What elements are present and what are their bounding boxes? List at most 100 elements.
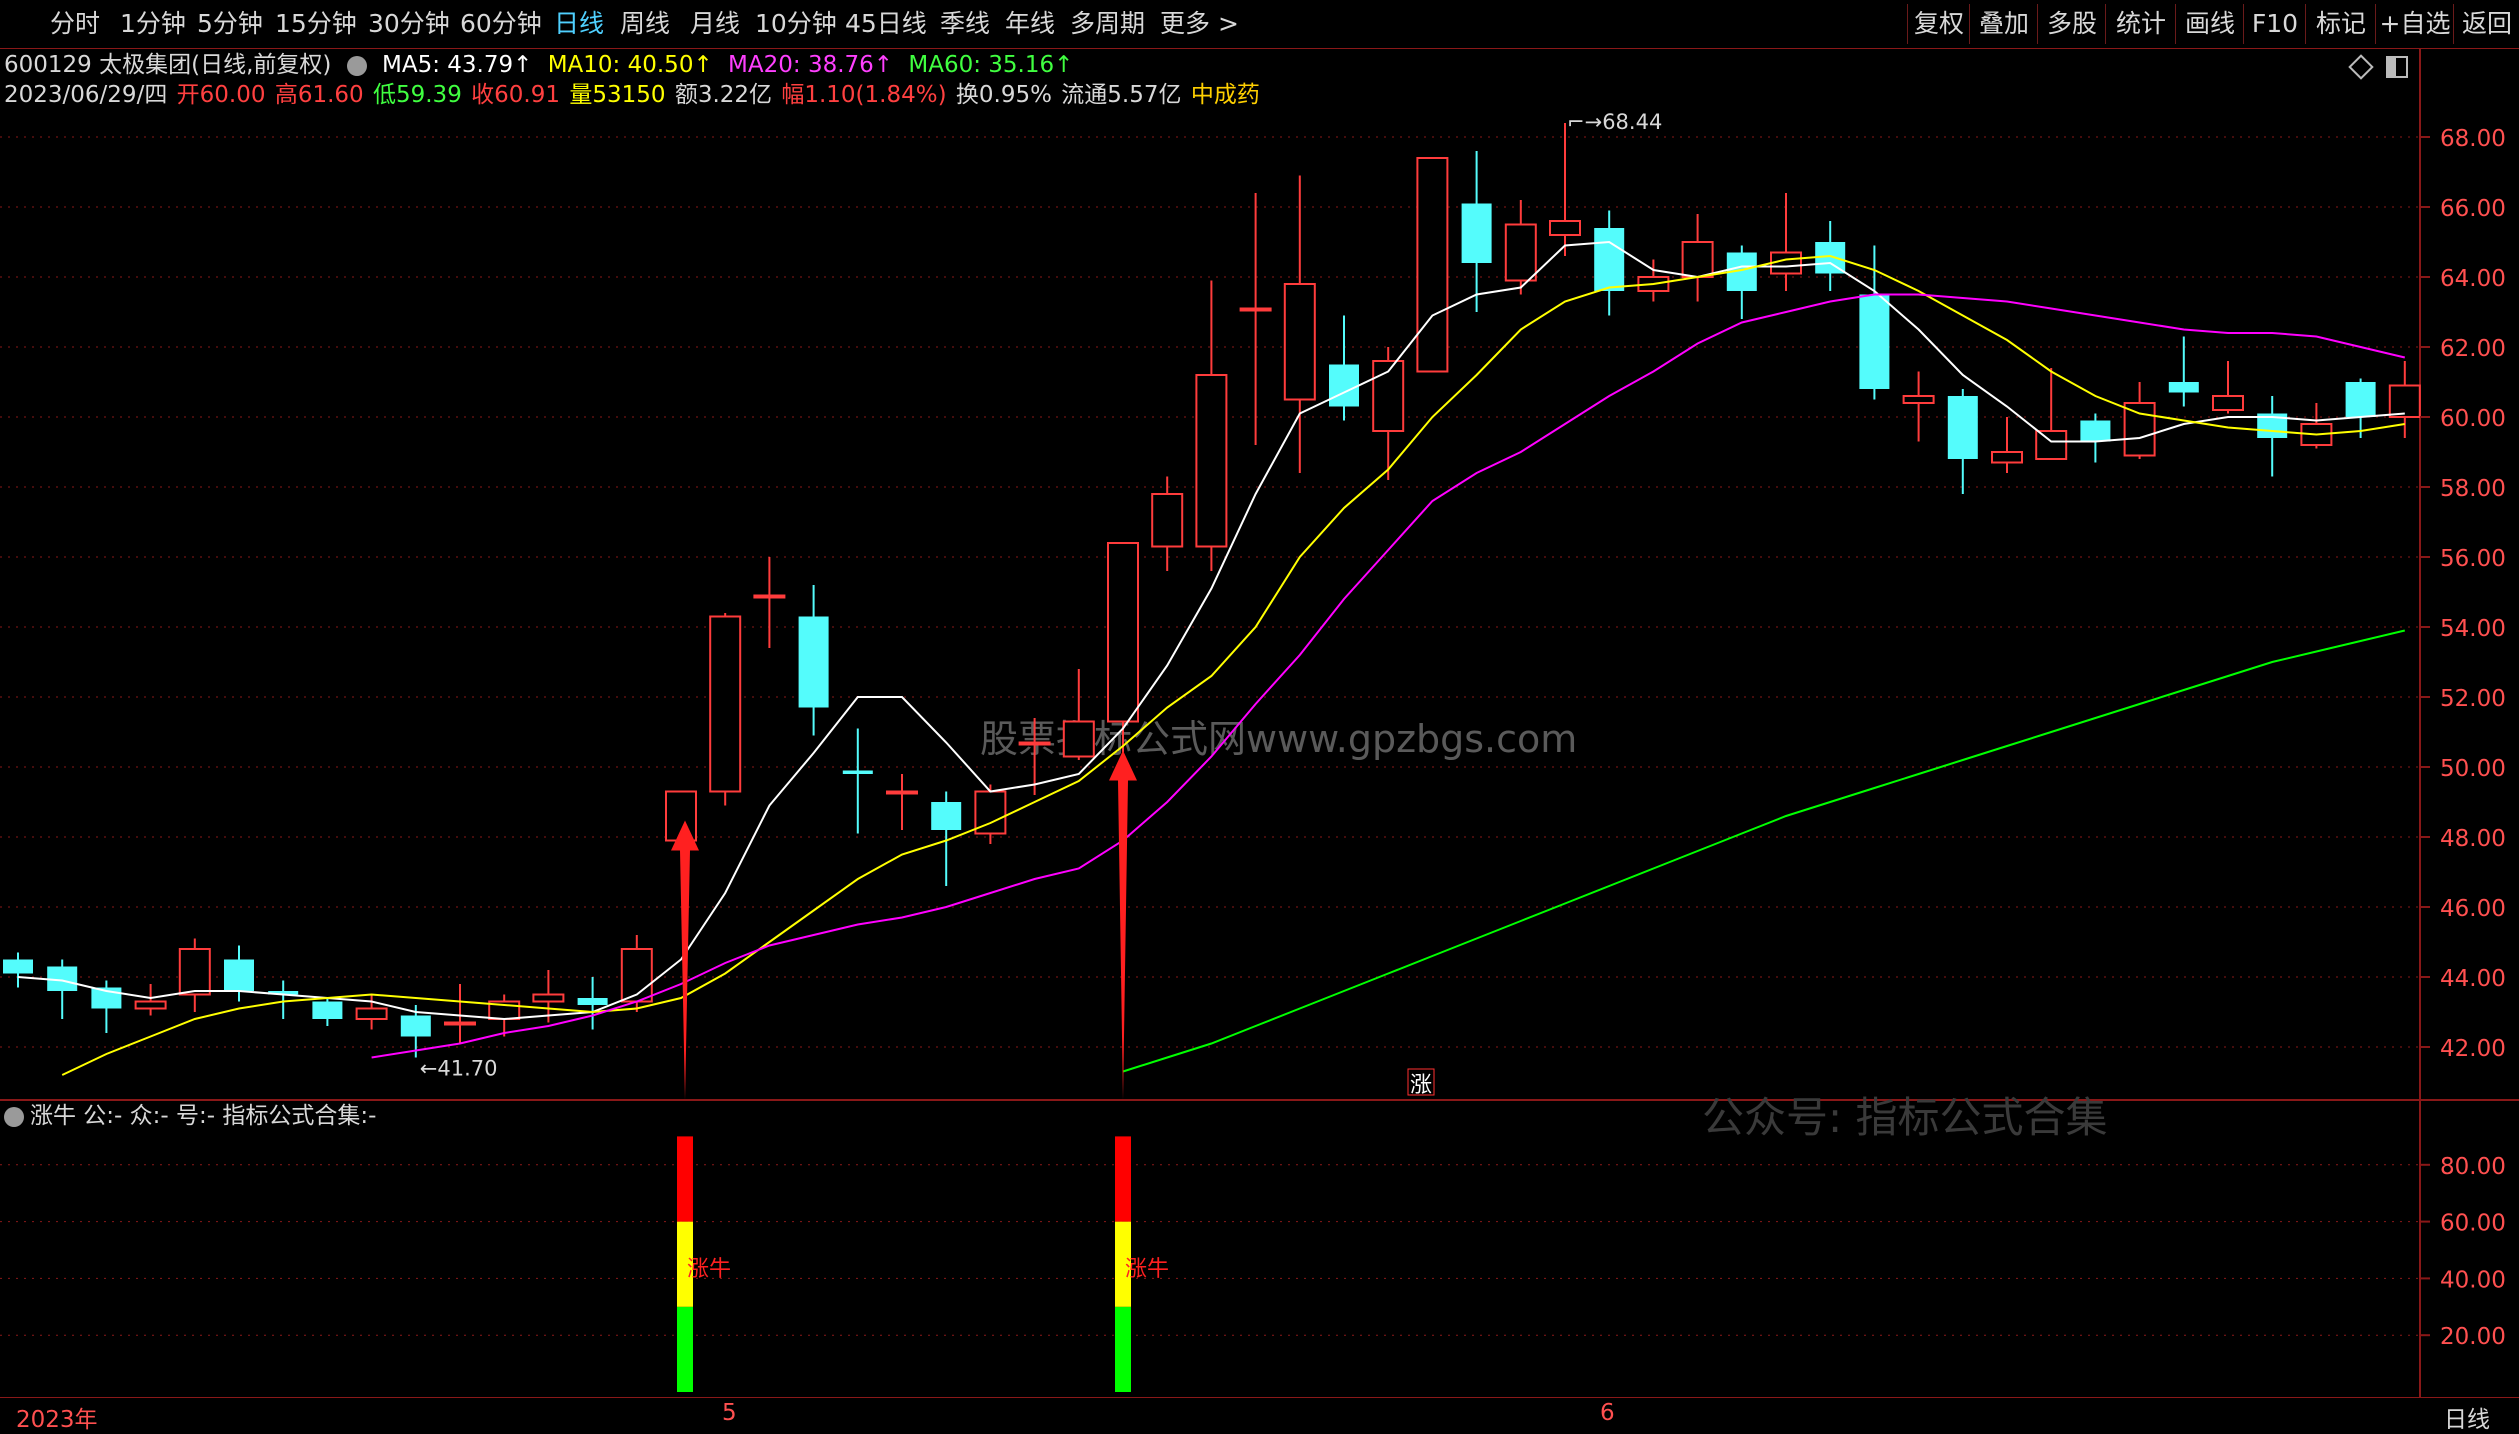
candle-body xyxy=(1195,374,1228,548)
candle-body xyxy=(1681,241,1714,278)
candle-body xyxy=(1549,220,1581,236)
signal-arrow-0 xyxy=(671,820,699,1100)
candle-37 xyxy=(1637,259,1670,302)
candle-27 xyxy=(1195,280,1228,571)
signal-bar-1: 涨牛 xyxy=(1115,1136,1169,1392)
candle-body xyxy=(1239,307,1272,312)
candle-36 xyxy=(1594,210,1625,316)
time-axis: 2023年 5 6 日线 xyxy=(0,1397,2519,1433)
candle-24 xyxy=(1062,669,1095,760)
candle-1 xyxy=(47,959,78,1019)
candle-body xyxy=(577,998,608,1005)
candle-39 xyxy=(1726,245,1757,319)
candle-33 xyxy=(1461,151,1492,312)
candle-28 xyxy=(1239,193,1272,445)
price-tick-label: 42.00 xyxy=(2440,1036,2506,1062)
signal-bar-segment xyxy=(1115,1136,1131,1222)
indicator-title: 涨牛 公:- 众:- 号:- 指标公式合集:- xyxy=(4,1100,376,1132)
price-tick-label: 64.00 xyxy=(2440,266,2506,292)
candle-40 xyxy=(1770,193,1802,291)
zhang-marker-label: 涨 xyxy=(1410,1073,1432,1098)
candle-16 xyxy=(709,613,742,806)
candle-body xyxy=(1504,223,1537,282)
candle-body xyxy=(1859,294,1890,389)
candle-19 xyxy=(842,728,873,834)
price-tick-label: 50.00 xyxy=(2440,756,2506,782)
price-tick-label: 48.00 xyxy=(2440,826,2506,852)
price-tick-label: 62.00 xyxy=(2440,336,2506,362)
candle-47 xyxy=(2080,413,2111,463)
candle-body xyxy=(532,993,565,1003)
candle-3 xyxy=(134,984,167,1016)
candle-17 xyxy=(753,557,786,648)
indicator-tick-label: 20.00 xyxy=(2440,1324,2506,1350)
indicator-panel: 80.00 60.00 40.00 20.00 涨牛 涨牛 xyxy=(0,1136,2506,1392)
month-tick-6: 6 xyxy=(1600,1400,1615,1426)
candle-body xyxy=(1991,451,2023,464)
candle-body xyxy=(2035,430,2068,460)
price-tick-label: 56.00 xyxy=(2440,546,2506,572)
indicator-tick-label: 80.00 xyxy=(2440,1154,2506,1180)
signal-bar-label: 涨牛 xyxy=(687,1257,731,1282)
candle-body xyxy=(2168,382,2199,393)
candle-30 xyxy=(1329,315,1359,421)
price-tick-label: 52.00 xyxy=(2440,686,2506,712)
signal-bar-0: 涨牛 xyxy=(677,1136,731,1392)
ma60-line xyxy=(1122,629,2406,1073)
candle-body xyxy=(2212,395,2244,411)
candle-5 xyxy=(224,945,254,1002)
watermark: 股票指标公式网www.gpzbgs.com公众号: 指标公式合集 xyxy=(980,717,2108,1142)
period-indicator: 日线 xyxy=(2444,1407,2490,1433)
price-tick-label: 46.00 xyxy=(2440,896,2506,922)
candle-22 xyxy=(974,784,1007,844)
candle-body xyxy=(1947,396,1978,459)
indicator-tick-label: 40.00 xyxy=(2440,1267,2506,1293)
candle-body xyxy=(444,1021,476,1026)
month-tick-5: 5 xyxy=(722,1400,737,1426)
price-axis: 68.00 66.00 64.00 62.00 60.00 58.00 56.00 54.00… xyxy=(2420,126,2506,1062)
price-tick-label: 66.00 xyxy=(2440,196,2506,222)
candle-body xyxy=(134,1000,167,1010)
candle-51 xyxy=(2257,396,2288,477)
signal-bar-segment xyxy=(677,1136,693,1222)
ma10-line xyxy=(61,254,2405,1076)
candle-body xyxy=(1283,283,1316,401)
low-price-label: ←41.70 xyxy=(420,1057,498,1081)
candle-43 xyxy=(1902,371,1935,442)
candle-49 xyxy=(2168,336,2199,407)
candle-body xyxy=(2345,382,2376,417)
candle-34 xyxy=(1504,200,1537,295)
candle-body xyxy=(400,1015,431,1037)
candle-body xyxy=(1594,228,1625,291)
year-tick: 2023年 xyxy=(16,1407,98,1433)
candle-32 xyxy=(1416,157,1449,373)
candle-44 xyxy=(1947,389,1978,494)
signal-bar-label: 涨牛 xyxy=(1125,1257,1169,1282)
candle-body xyxy=(2080,420,2111,442)
signal-arrow-1 xyxy=(1109,750,1137,1100)
signal-bar-segment xyxy=(1115,1306,1131,1392)
candle-body xyxy=(1329,364,1359,407)
signal-arrows xyxy=(671,750,1137,1100)
candle-body xyxy=(178,948,211,996)
indicator-toggle-icon[interactable] xyxy=(4,1106,24,1127)
candle-48 xyxy=(2123,382,2156,459)
kline-chart: 股票指标公式网www.gpzbgs.com公众号: 指标公式合集 ⌐→68.44… xyxy=(0,48,2519,1397)
candle-31 xyxy=(1372,347,1405,480)
candle-45 xyxy=(1991,417,2023,473)
price-tick-label: 58.00 xyxy=(2440,476,2506,502)
candle-body xyxy=(753,594,786,599)
candle-21 xyxy=(931,791,962,886)
high-price-label: ⌐→68.44 xyxy=(1567,110,1662,134)
candle-body xyxy=(2388,384,2421,418)
candle-52 xyxy=(2300,403,2333,449)
candle-50 xyxy=(2212,361,2244,414)
candle-body xyxy=(886,790,918,795)
candle-42 xyxy=(1859,245,1890,400)
price-tick-label: 60.00 xyxy=(2440,406,2506,432)
candle-20 xyxy=(886,774,918,830)
candle-body xyxy=(798,616,829,708)
candle-body xyxy=(1151,493,1184,548)
candle-body xyxy=(1018,741,1051,746)
candle-body xyxy=(1416,157,1449,373)
